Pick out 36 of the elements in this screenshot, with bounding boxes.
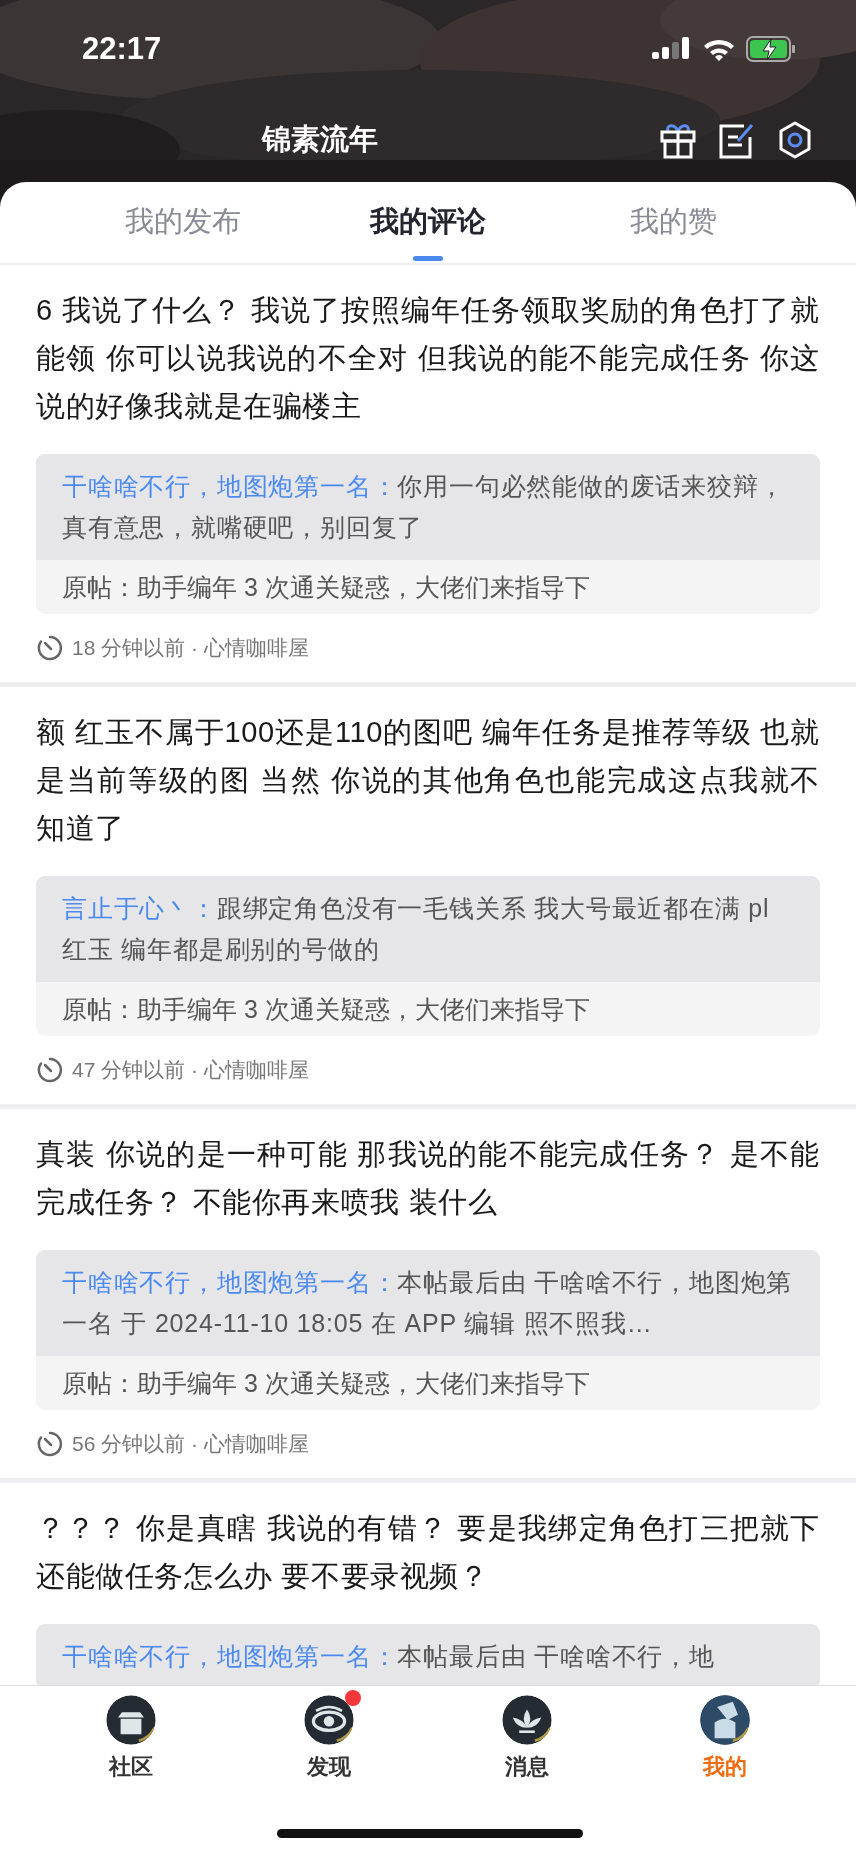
tab[interactable]: 我的发布 [60, 182, 306, 263]
comment-text: ？？？ 你是真瞎 我说的有错？ 要是我绑定角色打三把就下还能做任务怎么办 要不要录视频？ [36, 1511, 820, 1594]
reply-text: 干啥啥不行，地图炮第一名：本帖最后由 干啥啥不行，地图炮第一名 于 2024-11-10 18:05 在 APP 编辑 照不照我… [36, 1250, 820, 1356]
comment-text: 真装 你说的是一种可能 那我说的能不能完成任务？ 是不能完成任务？ 不能你再来喷我 装什么 [36, 1137, 820, 1220]
nav-tab[interactable]: 社区 [32, 1694, 230, 1782]
clock-icon [36, 1430, 64, 1458]
reply-text: 干啥啥不行，地图炮第一名：本帖最后由 干啥啥不行，地 [36, 1624, 820, 1685]
comment-meta: 47 分钟以前 · 心情咖啡屋 [72, 1057, 309, 1083]
edit-icon[interactable] [718, 121, 754, 159]
nav-tab[interactable]: 发现 [230, 1694, 428, 1782]
nav-tab[interactable]: 消息 [428, 1694, 626, 1782]
original-post-link[interactable]: 原帖：助手编年 3 次通关疑惑，大佬们来指导下 [36, 560, 820, 614]
comment-meta: 18 分钟以前 · 心情咖啡屋 [72, 635, 309, 661]
signal-icon [652, 37, 692, 61]
wifi-icon [702, 37, 736, 61]
quote-card[interactable]: 言止于心丶：跟绑定角色没有一毛钱关系 我大号最近都在满 pl 红玉 编年都是刷别的号做的 原帖：助手编年 3 次通关疑惑，大佬们来指导下 [36, 876, 820, 1036]
quote-card[interactable]: 干啥啥不行，地图炮第一名：你用一句必然能做的废话来狡辩，真有意思，就嘴硬吧，别回复了 原帖：助手编年 3 次通关疑惑，大佬们来指导下 [36, 454, 820, 614]
comment-text: 6 我说了什么？ 我说了按照编年任务领取奖励的角色打了就能领 你可以说我说的不全对 但我说的能不能完成任务 你这说的好像我就是在骗楼主 [36, 293, 820, 424]
original-post-link[interactable]: 原帖：助手编年 3 次通关疑惑，大佬们来指导下 [36, 982, 820, 1036]
clock-icon [36, 634, 64, 662]
clock-icon [36, 1056, 64, 1084]
original-post-link[interactable]: 原帖：助手编年 3 次通关疑惑，大佬们来指导下 [36, 1356, 820, 1410]
reply-text: 言止于心丶：跟绑定角色没有一毛钱关系 我大号最近都在满 pl 红玉 编年都是刷别的号做的 [36, 876, 820, 982]
quote-card[interactable]: 干啥啥不行，地图炮第一名：本帖最后由 干啥啥不行，地图炮第一名 于 2024-11-10 18:05 在 APP 编辑 照不照我… 原帖：助手编年 3 次通关疑惑，大佬们来指导下 [36, 1250, 820, 1410]
battery-icon [746, 36, 796, 62]
comment-text: 额 红玉不属于100还是110的图吧 编年任务是推荐等级 也就是当前等级的图 当然 你说的其他角色也能完成这点我就不知道了 [36, 715, 820, 846]
lotus-icon [501, 1694, 553, 1746]
comment-meta: 56 分钟以前 · 心情咖啡屋 [72, 1431, 309, 1457]
status-time: 22:17 [82, 31, 163, 67]
profile-name: 锦素流年 [260, 122, 379, 157]
gift-icon[interactable] [660, 121, 696, 159]
tab[interactable]: 我的评论 [305, 182, 551, 263]
tab[interactable]: 我的赞 [550, 182, 796, 263]
eye-icon [303, 1694, 355, 1746]
hall-icon [105, 1694, 157, 1746]
reply-text: 干啥啥不行，地图炮第一名：你用一句必然能做的废话来狡辩，真有意思，就嘴硬吧，别回复了 [36, 454, 820, 560]
